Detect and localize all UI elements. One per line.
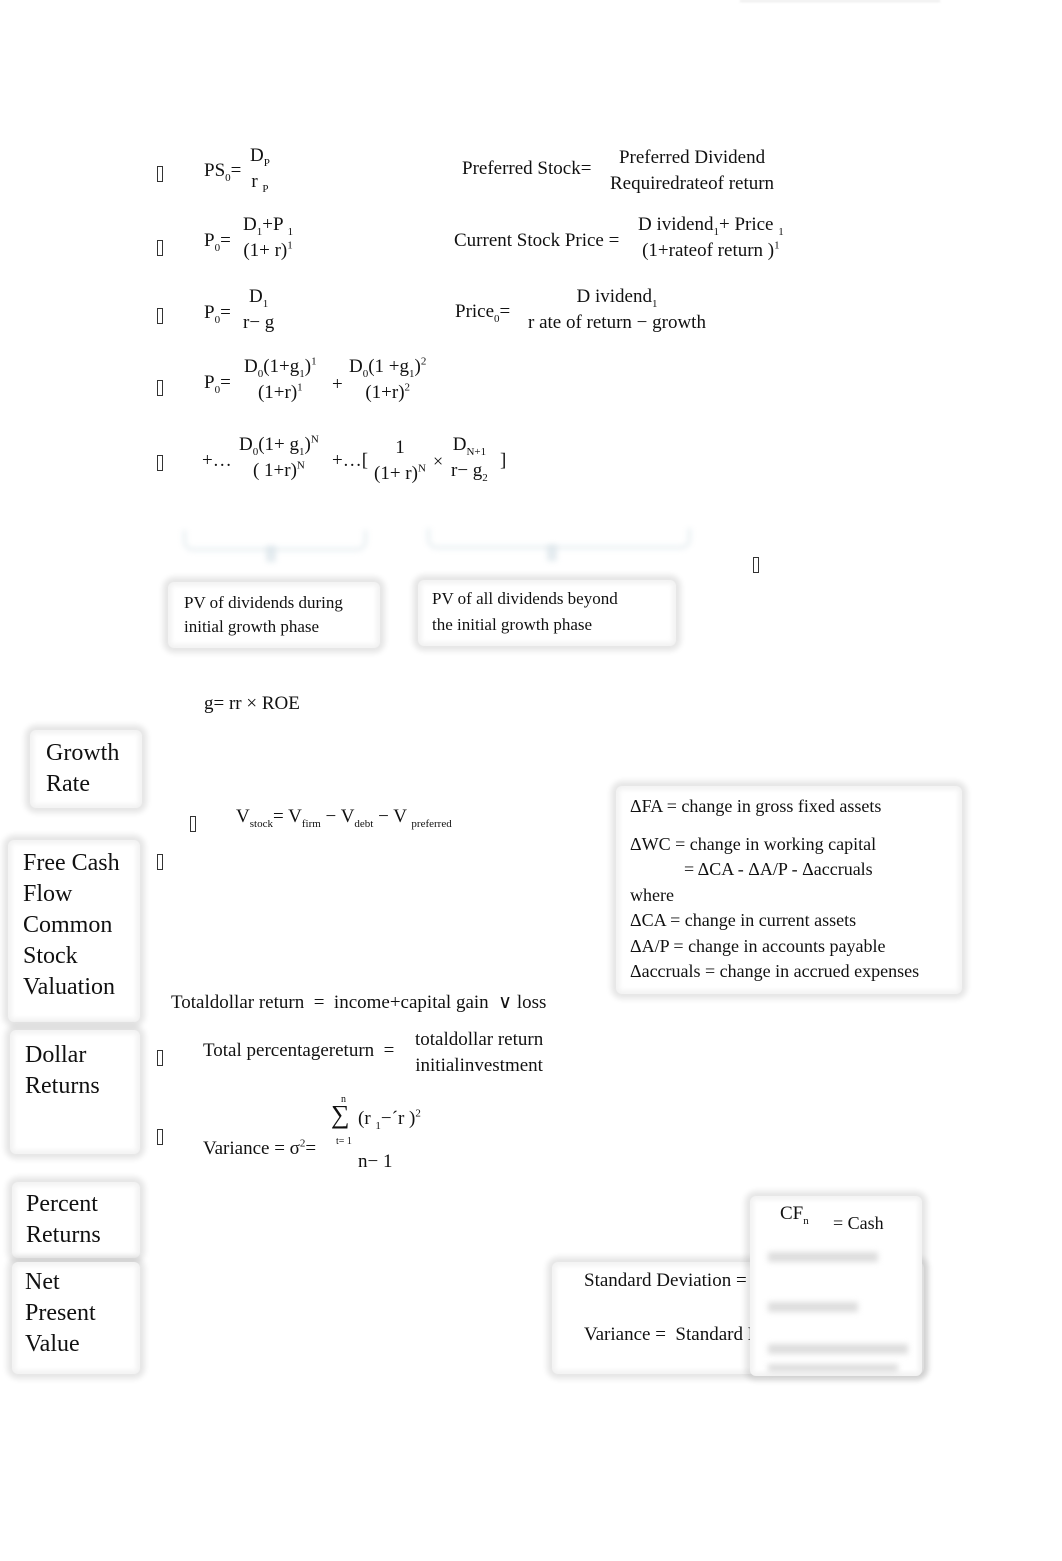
nc-plus: + [332, 374, 343, 395]
callout-beyond-phase: PV of all dividends beyond the initial g… [418, 580, 676, 646]
cg-lhs: P0= [204, 302, 231, 326]
bullet-icon [157, 308, 163, 324]
growth-rate-formula: g= rr × ROE [204, 693, 300, 714]
nc2-times: × [433, 451, 444, 471]
bullet-icon [190, 816, 196, 832]
variance-lhs: Variance = σ2= [203, 1137, 317, 1159]
document-page: PS0= DP r P Preferred Stock= Preferred D… [0, 0, 1062, 1376]
constant-growth-fraction: D1 r− g [243, 286, 275, 333]
one-period-word-fraction: D ividend1+ Price 1 (1+rateof return )1 [638, 214, 784, 261]
fcf-formula: Vstock= Vfirm − Vdebt − V preferred [236, 806, 452, 830]
brace-beyond [427, 528, 691, 549]
bullet-icon [753, 557, 759, 573]
definition-line: ΔWC = change in working capital [630, 833, 877, 854]
bullet-icon [157, 380, 163, 396]
definition-line: where [630, 884, 674, 905]
definition-line: ΔFA = change in gross fixed assets [630, 796, 882, 816]
bullet-icon [157, 1129, 163, 1145]
blurred-text [768, 1302, 858, 1312]
callout-initial-phase: PV of dividends during initial growth ph… [168, 582, 380, 648]
definitions-box: ΔFA = change in gross fixed assets ΔWC =… [616, 786, 962, 994]
section-label-percent-returns: Percent Returns [12, 1182, 140, 1258]
brace-beyond-stem [547, 545, 557, 561]
top-edge-shadow [740, 0, 940, 2]
bullet-icon [157, 240, 163, 256]
one-period-word-lhs: Current Stock Price = [454, 230, 620, 251]
nc-lhs: P0= [204, 372, 231, 396]
section-label-growth-rate: Growth Rate [30, 730, 142, 808]
nc2-mid: +…[ [332, 450, 369, 471]
one-period-fraction: D1+P 1 (1+ r)1 [243, 214, 294, 261]
cg-word-lhs: Price0= [455, 301, 511, 325]
definition-line: ΔCA = change in current assets [630, 910, 857, 930]
cf-equals-cash: = Cash [833, 1213, 884, 1233]
variance-numerator: (r 1−´r )2 [358, 1107, 421, 1132]
nc2-term-fraction: D0(1+ g1)N ( 1+r)N [239, 433, 319, 481]
definition-line: Δaccruals = change in accrued expenses [630, 961, 920, 981]
blurred-text [768, 1252, 878, 1262]
sigma-bottom: t= 1 [336, 1136, 352, 1147]
blurred-text [768, 1364, 898, 1372]
brace-initial-stem [266, 546, 276, 562]
nc-term1-fraction: D0(1+g1)1 (1+r)1 [244, 355, 317, 403]
ps-fraction: DP r P [250, 145, 270, 195]
cf-symbol: CFn [780, 1203, 809, 1227]
cash-flow-box: CFn = Cash [750, 1196, 922, 1376]
variance-denominator: n− 1 [358, 1151, 393, 1172]
total-dollar-return-formula: Totaldollar return = income+capital gain… [171, 992, 547, 1013]
definition-line: ΔA/P = change in accounts payable [630, 935, 886, 956]
definition-line: = ΔCA - ΔA/P - Δaccruals [630, 859, 873, 879]
p0-lhs: P0= [204, 230, 231, 254]
bullet-icon [157, 166, 163, 182]
section-label-npv: Net Present Value [12, 1262, 140, 1374]
nc2-terminal-fraction: DN+1 r− g2 [451, 434, 488, 484]
nc2-discount-fraction: 1 (1+ r)N [374, 437, 426, 484]
ps-word-lhs: Preferred Stock= [462, 158, 592, 179]
total-percentage-return-fraction: totaldollar return initialinvestment [415, 1029, 544, 1076]
bullet-icon [157, 455, 163, 471]
std-dev-line: Standard Deviation = [584, 1270, 747, 1291]
ps-lhs: PS0= [204, 160, 242, 184]
nc2-close: ] [500, 450, 507, 471]
blurred-text [768, 1344, 908, 1354]
bullet-icon [157, 1050, 163, 1066]
summation-icon: ∑ [331, 1100, 350, 1129]
ps-word-fraction: Preferred Dividend Requiredrateof return [610, 147, 775, 194]
nc-term2-fraction: D0(1 +g1)2 (1+r)2 [349, 355, 427, 403]
section-label-dollar-returns: Dollar Returns [10, 1030, 140, 1154]
section-label-fcf-valuation: Free Cash Flow Common Stock Valuation [8, 840, 140, 1022]
total-percentage-return-lhs: Total percentagereturn = [203, 1040, 395, 1061]
nc2-prefix: +… [202, 450, 232, 471]
cg-word-fraction: D ividend1 r ate of return − growth [528, 286, 706, 333]
bullet-icon [157, 854, 163, 870]
